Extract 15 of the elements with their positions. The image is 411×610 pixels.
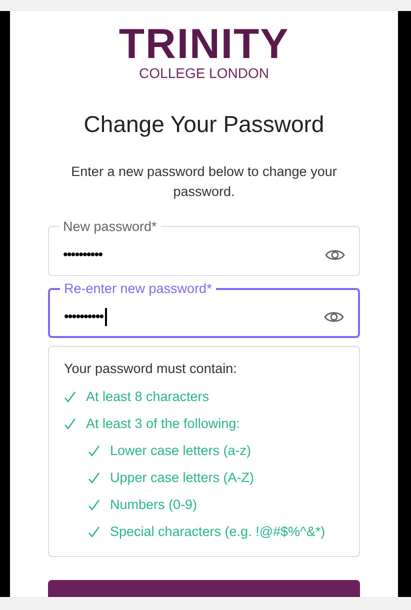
field-label: New password* [62,218,158,236]
show-password-icon[interactable] [325,248,345,262]
requirements-title: Your password must contain: [64,360,238,378]
show-password-icon[interactable] [324,310,344,324]
logo-subtitle: COLLEGE LONDON [138,65,270,81]
requirement-text: Upper case letters (A-Z) [110,468,254,487]
requirement-text: Lower case letters (a-z) [110,442,252,460]
field-label: Re-enter new password* [63,280,213,298]
requirement-text: Numbers (0-9) [110,496,198,514]
requirement-text: At least 3 of the following: [86,414,240,433]
logo-title: TRINITY [118,27,290,61]
requirement-text: At least 8 characters [86,388,210,406]
instruction-text: Enter a new password below to change your password. [70,162,338,201]
page-title: Change Your Password [82,110,326,139]
requirement-text: Special characters (e.g. !@#$%^&*) [110,522,326,541]
